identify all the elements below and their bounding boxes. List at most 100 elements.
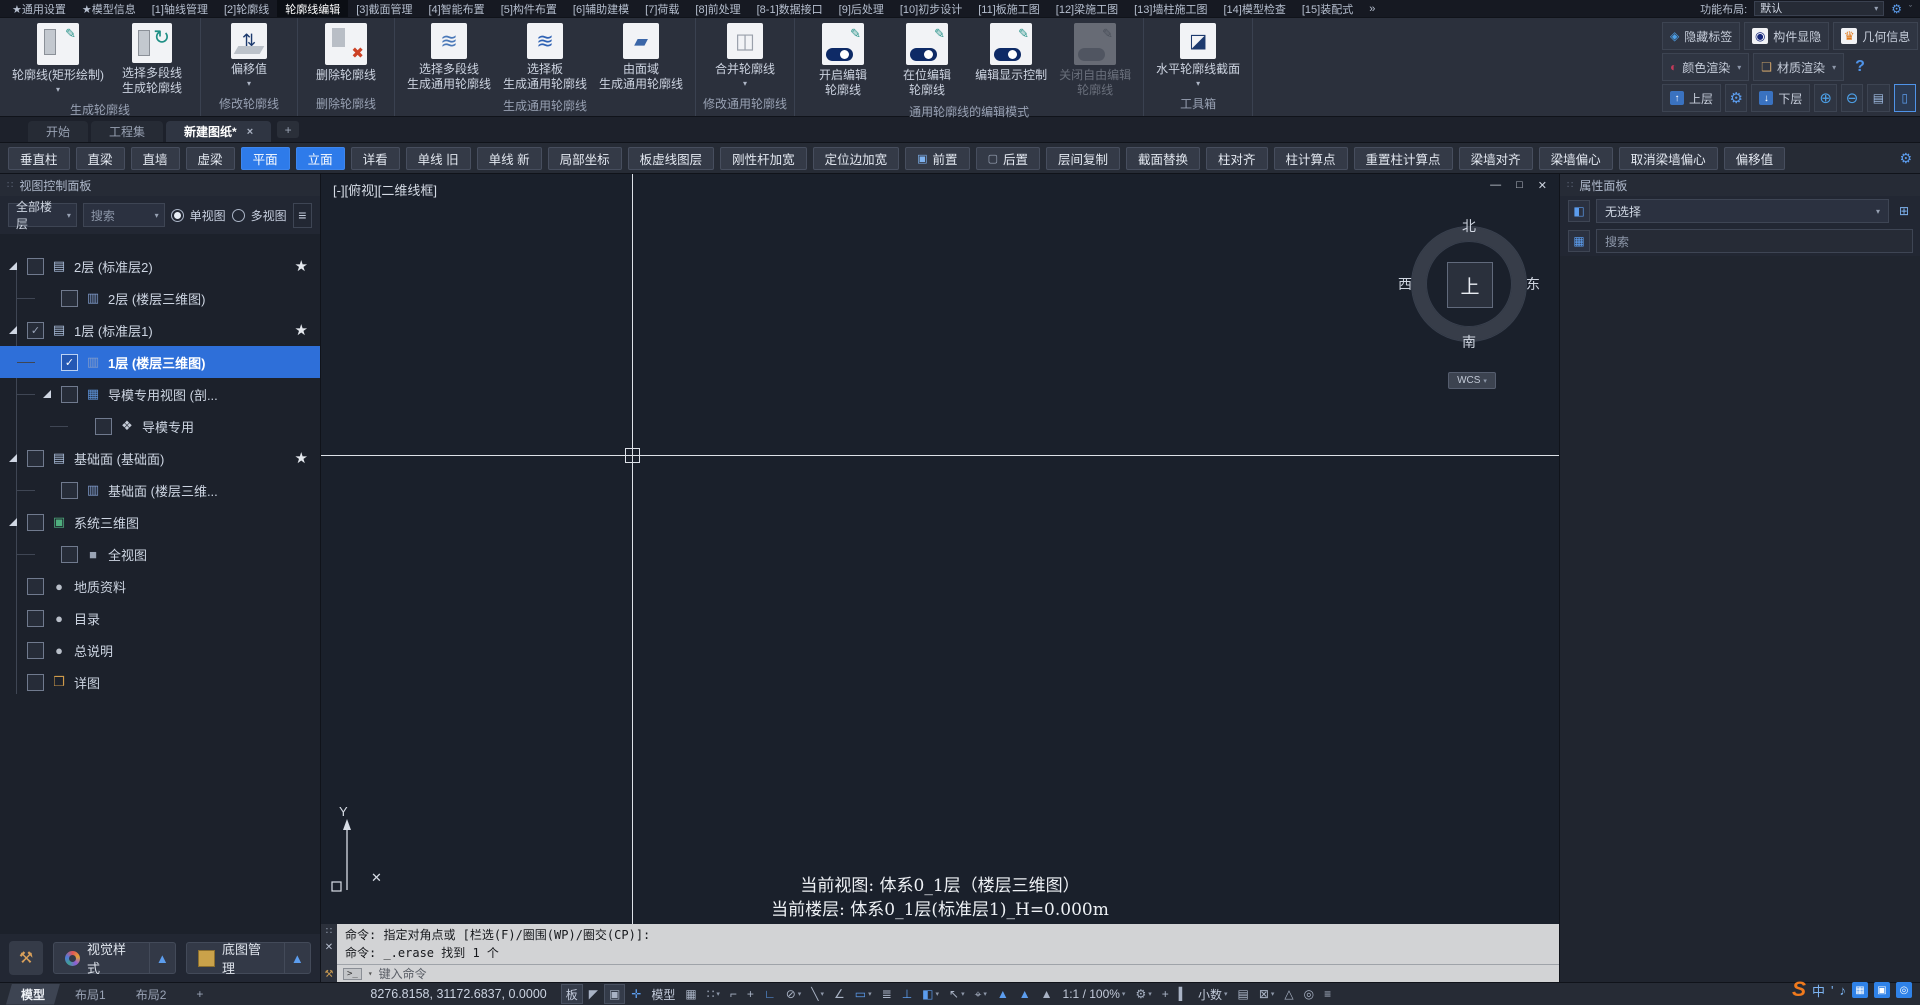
toolbar-button[interactable]: 取消梁墙偏心 xyxy=(1619,147,1718,170)
expand-up-icon[interactable]: ▲ xyxy=(284,943,310,973)
visual-style-button[interactable]: 视觉样式 ▲ xyxy=(53,942,176,974)
visibility-checkbox[interactable] xyxy=(27,674,44,691)
expander-icon[interactable] xyxy=(8,516,20,528)
selection-type-select[interactable]: 无选择 ▾ xyxy=(1596,199,1889,223)
close-free-edit-button[interactable]: ✎ 关闭自由编辑 轮廓线 xyxy=(1054,22,1136,99)
layout-tab[interactable]: 模型 xyxy=(6,984,60,1005)
favorite-star-icon[interactable]: ★ xyxy=(295,321,308,339)
crosshair-toggle-icon[interactable]: + xyxy=(1158,985,1173,1003)
mic-icon[interactable]: ♪ xyxy=(1840,983,1847,998)
pick-object-icon[interactable]: ⊞ xyxy=(1895,202,1913,220)
visibility-checkbox[interactable] xyxy=(61,386,78,403)
object-snap-icon[interactable]: ⌐ xyxy=(726,985,741,1003)
menu-item[interactable]: [9]后处理 xyxy=(831,0,892,17)
cursor-select-icon[interactable]: ◤ xyxy=(585,985,602,1003)
visibility-checkbox[interactable] xyxy=(61,290,78,307)
clean-screen-icon[interactable]: ◎ xyxy=(1300,985,1318,1003)
menu-item[interactable]: [6]辅助建模 xyxy=(565,0,637,17)
single-view-radio[interactable] xyxy=(171,209,184,222)
drawing-canvas[interactable]: [-][俯视][二维线框] — □ ✕ 上 北 南 西 东 xyxy=(321,174,1559,924)
minimize-icon[interactable]: — xyxy=(1490,179,1501,192)
panel-grip-icon[interactable]: ∷ xyxy=(1567,180,1573,191)
new-tab-button[interactable]: + xyxy=(277,121,299,138)
toolbar-button[interactable]: 单线 旧 xyxy=(406,147,471,170)
toolbar-button[interactable]: 定位边加宽 xyxy=(813,147,900,170)
panel-grip-icon[interactable]: ∷ xyxy=(326,926,332,937)
layout-scheme-select[interactable]: 默认 ▾ xyxy=(1754,1,1884,16)
toolbar-button[interactable]: 柱计算点 xyxy=(1274,147,1348,170)
menu-item[interactable]: ★模型信息 xyxy=(74,0,144,17)
menu-item[interactable]: [8-1]数据接口 xyxy=(749,0,831,17)
tree-row[interactable]: ● 总说明 xyxy=(0,634,320,666)
visibility-checkbox[interactable] xyxy=(61,546,78,563)
toolbar-button[interactable]: 刚性杆加宽 xyxy=(720,147,807,170)
menu-item[interactable]: [14]模型检查 xyxy=(1215,0,1293,17)
layout-tab[interactable]: 布局1 xyxy=(60,984,121,1005)
toolbar-button[interactable]: 直墙 xyxy=(131,147,180,170)
polyline-to-general-profile-button[interactable]: ≋ 选择多段线 生成通用轮廓线 xyxy=(402,22,496,93)
tree-row[interactable]: ▤ 2层 (标准层2) ★ xyxy=(0,250,320,282)
document-tab[interactable]: 新建图纸* × xyxy=(166,121,271,142)
ucs-3d-axis-icon[interactable]: ✛ xyxy=(627,985,645,1003)
model-space-label[interactable]: 模型 xyxy=(647,985,679,1003)
menu-item[interactable]: [8]前处理 xyxy=(687,0,748,17)
visibility-checkbox[interactable] xyxy=(27,514,44,531)
visibility-checkbox[interactable] xyxy=(27,610,44,627)
multi-view-radio[interactable] xyxy=(232,209,245,222)
tree-row[interactable]: ▦ 导模专用视图 (剖... xyxy=(0,378,320,410)
toolbar-button[interactable]: 直梁 xyxy=(76,147,125,170)
close-icon[interactable]: ✕ xyxy=(1538,179,1547,192)
base-map-button[interactable]: 底图管理 ▲ xyxy=(186,942,311,974)
expand-up-icon[interactable]: ▲ xyxy=(149,943,175,973)
command-input-hint[interactable]: 键入命令 xyxy=(379,965,427,982)
toolbar-button[interactable]: ▣ 前置 xyxy=(905,147,969,170)
tree-row[interactable]: ▥ 1层 (楼层三维图) xyxy=(0,346,320,378)
visibility-checkbox[interactable] xyxy=(27,450,44,467)
toolbar-button[interactable]: 垂直柱 xyxy=(8,147,70,170)
merge-profile-button[interactable]: ◫ 合并轮廓线 ▾ xyxy=(704,22,786,89)
visibility-checkbox[interactable] xyxy=(27,258,44,275)
dyn-input-icon[interactable]: ▭ ▾ xyxy=(851,985,876,1003)
lower-floor-button[interactable]: ↓ 下层 xyxy=(1751,84,1810,112)
close-icon[interactable]: ✕ xyxy=(325,942,333,953)
tree-row[interactable]: ❖ 导模专用 xyxy=(0,410,320,442)
compass-south-label[interactable]: 南 xyxy=(1462,332,1476,352)
visibility-checkbox[interactable] xyxy=(27,322,44,339)
tree-row[interactable]: ▥ 2层 (楼层三维图) xyxy=(0,282,320,314)
wrench-icon[interactable]: ⚒ xyxy=(325,969,334,980)
menu-item[interactable]: [11]板施工图 xyxy=(970,0,1048,17)
snap-tracking-icon[interactable]: + xyxy=(743,985,758,1003)
menu-item[interactable]: [12]梁施工图 xyxy=(1048,0,1126,17)
annotation-marker2-icon[interactable]: ▲ xyxy=(1015,985,1035,1003)
quick-properties-icon[interactable]: ▤ xyxy=(1234,985,1253,1003)
inplace-edit-profile-button[interactable]: ✎ 在位编辑 轮廓线 xyxy=(886,22,968,99)
annotation-marker3-icon[interactable]: ▲ xyxy=(1037,985,1057,1003)
sogou-logo[interactable]: S xyxy=(1792,978,1806,1002)
toolbar-button[interactable]: 局部坐标 xyxy=(548,147,622,170)
tree-row[interactable]: ▤ 1层 (标准层1) ★ xyxy=(0,314,320,346)
toolbar-button[interactable]: 平面 xyxy=(241,147,290,170)
menu-item[interactable]: [1]轴线管理 xyxy=(144,0,216,17)
annotation-marker1-icon[interactable]: ▲ xyxy=(993,985,1013,1003)
toolbar-button[interactable]: 柱对齐 xyxy=(1206,147,1268,170)
expander-icon[interactable] xyxy=(8,324,20,336)
snap-mode-icon[interactable]: ∷ ▾ xyxy=(703,985,724,1003)
toolbar-button[interactable]: 层间复制 xyxy=(1046,147,1120,170)
geometry-info-button[interactable]: ♛ 几何信息 xyxy=(1833,22,1918,50)
units-label[interactable]: 小数 ▾ xyxy=(1194,985,1232,1003)
menu-item[interactable]: [3]截面管理 xyxy=(348,0,420,17)
annotation-settings-gear-icon[interactable]: ⚙ ▾ xyxy=(1131,985,1155,1003)
viewport-label[interactable]: [-][俯视][二维线框] xyxy=(333,180,437,199)
document-tab[interactable]: 开始 xyxy=(28,121,88,142)
menu-item[interactable]: [10]初步设计 xyxy=(892,0,970,17)
visibility-checkbox[interactable] xyxy=(61,482,78,499)
hamburger-menu-icon[interactable]: ≡ xyxy=(293,203,312,228)
command-input-row[interactable]: >_ ▾ 键入命令 xyxy=(337,964,1559,982)
zoom-in-button[interactable]: ⊕ xyxy=(1814,84,1836,112)
menu-item[interactable]: [7]荷载 xyxy=(637,0,687,17)
open-edit-profile-button[interactable]: ✎ 开启编辑 轮廓线 xyxy=(802,22,884,99)
angle-icon[interactable]: ∠ xyxy=(830,985,849,1003)
toolbar-button[interactable]: 详看 xyxy=(351,147,400,170)
profile-rect-draw-button[interactable]: ✎ 轮廓线(矩形绘制) ▾ xyxy=(7,22,109,95)
tree-row[interactable]: ● 目录 xyxy=(0,602,320,634)
